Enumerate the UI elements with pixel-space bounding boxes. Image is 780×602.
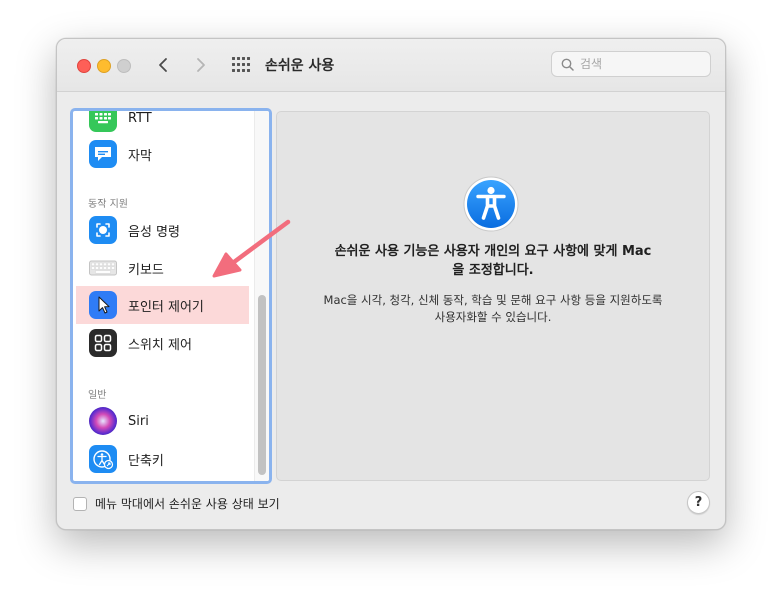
sidebar-item-label: 키보드 [128,262,164,278]
sidebar-item-shortcut[interactable]: 단축키 [76,440,249,478]
search-input[interactable] [580,55,700,73]
sidebar-item-label: 단축키 [128,453,164,469]
pointer-icon [89,291,117,319]
window-title: 손쉬운 사용 [265,58,335,74]
sidebar-item-label: Siri [128,413,149,429]
content-headline: 손쉬운 사용 기능은 사용자 개인의 요구 사항에 맞게 Mac 을 조정합니다… [334,244,652,278]
sidebar-item-pointer-control[interactable]: 포인터 제어기 [76,286,249,324]
sidebar[interactable]: RTT 자막 동작 지원 음성 명령 키보드 포인터 제어기 스위치 제어 일반… [70,108,272,484]
sidebar-item-label: 자막 [128,148,152,164]
accessibility-icon [463,176,519,232]
chevron-left-icon [159,58,167,72]
sidebar-item-label: 포인터 제어기 [128,299,204,315]
search-icon [561,58,574,71]
sidebar-scrollbar-thumb[interactable] [258,295,266,475]
back-button[interactable] [151,53,175,77]
sidebar-item-label: 스위치 제어 [128,337,192,353]
sidebar-item-rtt[interactable]: RTT [76,110,249,137]
zoom-window-button[interactable] [117,59,131,73]
checkbox-label: 메뉴 막대에서 손쉬운 사용 상태 보기 [95,497,280,511]
menu-bar-status-checkbox[interactable]: 메뉴 막대에서 손쉬운 사용 상태 보기 [73,495,280,512]
title-bar: 손쉬운 사용 [57,39,725,92]
section-header-motor: 동작 지원 [88,199,128,210]
show-all-button[interactable] [231,56,251,74]
forward-button[interactable] [189,53,213,77]
help-button[interactable]: ? [687,491,710,514]
siri-icon [89,407,117,435]
grid-icon [232,57,250,72]
minimize-window-button[interactable] [97,59,111,73]
chevron-right-icon [197,58,205,72]
switch-control-icon [89,329,117,357]
close-window-button[interactable] [77,59,91,73]
section-header-general: 일반 [88,390,107,401]
sidebar-item-label: RTT [128,110,152,126]
sidebar-item-keyboard[interactable]: 키보드 [76,249,249,287]
search-field[interactable] [551,51,711,77]
sidebar-item-voice-control[interactable]: 음성 명령 [76,211,249,249]
content-pane: 손쉬운 사용 기능은 사용자 개인의 요구 사항에 맞게 Mac 을 조정합니다… [276,111,710,481]
sidebar-item-captions[interactable]: 자막 [76,135,249,173]
content-description: Mac을 시각, 청각, 신체 동작, 학습 및 문해 요구 사항 등을 지원하… [323,293,663,324]
captions-icon [89,140,117,168]
sidebar-item-siri[interactable]: Siri [76,402,249,440]
keyboard-icon [89,254,117,282]
voice-control-icon [89,216,117,244]
shortcut-icon [89,445,117,473]
rtt-keyboard-icon [89,111,117,132]
checkbox[interactable] [73,496,87,511]
sidebar-item-label: 음성 명령 [128,224,180,240]
sidebar-item-switch-control[interactable]: 스위치 제어 [76,324,249,362]
preferences-window: 손쉬운 사용 RTT 자막 동작 지원 [56,38,726,530]
